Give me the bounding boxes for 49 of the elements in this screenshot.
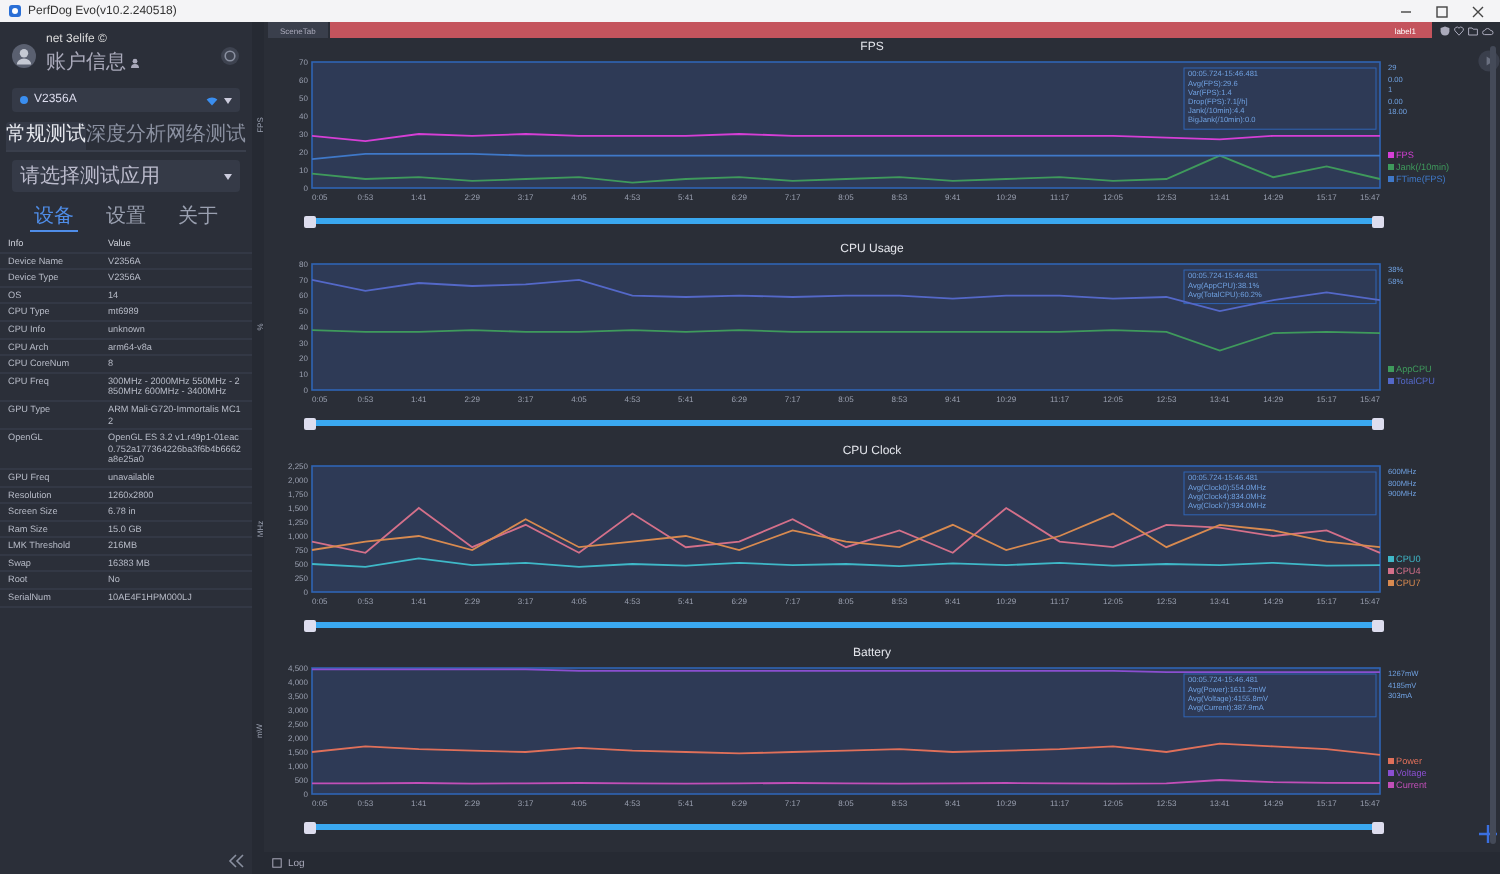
close-icon[interactable] [1472,5,1484,17]
legend-swatch [1388,579,1394,586]
info-tab[interactable]: 设置 [102,204,150,232]
log-icon [272,858,282,868]
time-range-slider[interactable] [308,824,1380,830]
maximize-icon[interactable] [1436,5,1448,17]
folder-icon[interactable] [1468,25,1478,35]
legend-swatch [1388,377,1394,384]
slider-handle[interactable] [304,619,316,631]
info-tab[interactable]: 设备 [30,204,78,232]
app-select[interactable]: 请选择测试应用 [12,160,240,192]
minimize-icon[interactable] [1400,5,1412,17]
shield-icon[interactable] [1440,25,1450,35]
mode-tab[interactable]: 网络测试 [166,122,246,150]
account-link[interactable]: 账户信息 [46,48,126,76]
legend-swatch [1388,769,1394,776]
legend-swatch [1388,781,1394,788]
slider-handle[interactable] [304,417,316,429]
legend-swatch [1388,163,1394,170]
settings-icon[interactable] [220,45,240,65]
user-icon [130,57,140,67]
legend-swatch [1388,151,1394,158]
add-icon[interactable] [1478,824,1498,844]
slider-handle[interactable] [1372,619,1384,631]
time-range-slider[interactable] [308,622,1380,628]
slider-handle[interactable] [304,821,316,833]
legend-swatch [1388,175,1394,182]
avatar-icon [12,43,36,67]
caret-icon [224,173,232,179]
legend-swatch [1388,365,1394,372]
slider-handle[interactable] [1372,215,1384,227]
slider-handle[interactable] [1372,417,1384,429]
slider-handle[interactable] [304,215,316,227]
legend-swatch [1388,555,1394,562]
caret-icon [224,97,232,103]
time-range-slider[interactable] [308,218,1380,224]
mode-tab[interactable]: 常规测试 [6,122,86,150]
heart-icon[interactable] [1454,25,1464,35]
scrollbar[interactable] [1490,46,1496,844]
mode-tab[interactable]: 深度分析 [86,122,166,150]
cloud-icon[interactable] [1482,25,1494,35]
legend-swatch [1388,757,1394,764]
device-dot-icon [20,96,28,104]
time-range-slider[interactable] [308,420,1380,426]
legend-swatch [1388,567,1394,574]
slider-handle[interactable] [1372,821,1384,833]
wifi-icon [206,95,218,105]
collapse-icon[interactable] [228,854,244,868]
info-tab[interactable]: 关于 [174,204,222,232]
